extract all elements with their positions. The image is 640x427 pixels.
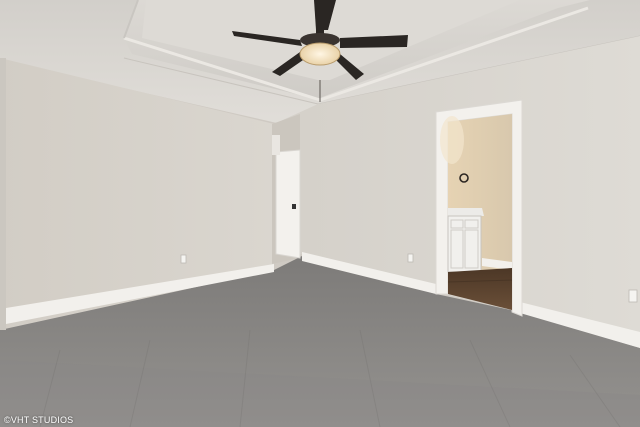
- outlet-back-wall: [407, 253, 414, 263]
- bedroom-scene: [0, 0, 640, 427]
- copyright-symbol: ©: [4, 415, 11, 425]
- door-handle: [292, 204, 296, 209]
- outlet-left-wall: [180, 254, 187, 264]
- outlet-right-wall: [628, 289, 638, 303]
- photo-watermark: ©VHT STUDIOS: [4, 415, 73, 425]
- vanity-countertop: [448, 208, 484, 216]
- watermark-text: VHT STUDIOS: [10, 415, 74, 425]
- bedroom-photo: ©VHT STUDIOS: [0, 0, 640, 427]
- fan-light-globe: [299, 42, 341, 66]
- corner-door: [275, 149, 301, 259]
